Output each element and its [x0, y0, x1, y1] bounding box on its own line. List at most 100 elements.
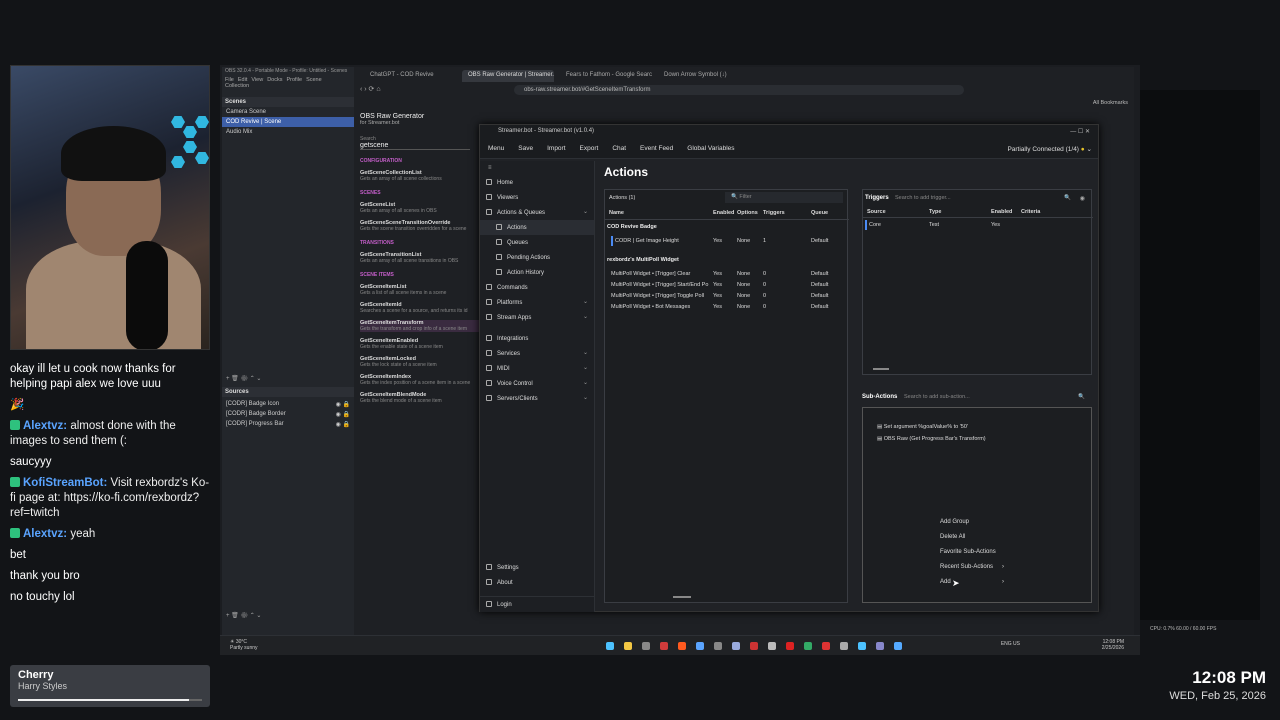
nav-item-integrations[interactable]: Integrations [480, 331, 594, 346]
taskbar-app-icon[interactable] [696, 642, 704, 650]
taskbar-app-icon[interactable] [822, 642, 830, 650]
browser-tab[interactable]: Fears to Fathom - Google Search [560, 70, 652, 82]
scene-item[interactable]: Camera Scene [222, 107, 354, 117]
rawgen-request-item[interactable]: GetSceneItemId Searches a scene for a sou… [360, 302, 480, 314]
column-header[interactable]: Name [609, 208, 624, 218]
nav-item-commands[interactable]: Commands [480, 280, 594, 295]
toolbar-import-button[interactable]: Import [547, 145, 565, 152]
action-cell[interactable]: MultiPoll Widget • [Trigger] Start/End P… [611, 280, 708, 290]
taskbar-app-icon[interactable] [732, 642, 740, 650]
sources-toolbar[interactable]: + 🗑 ⚙ ⌃ ⌄ [222, 373, 354, 384]
column-header[interactable]: Options [737, 208, 758, 218]
column-header[interactable]: Source [867, 207, 886, 217]
nav-item-services[interactable]: Services ⌄ [480, 346, 594, 361]
column-header[interactable]: Queue [811, 208, 828, 218]
scrollbar[interactable] [873, 368, 889, 370]
nav-item-viewers[interactable]: Viewers [480, 190, 594, 205]
column-header[interactable]: Enabled [713, 208, 734, 218]
subaction-item[interactable]: ▤ Set argument %goalValue% to '50' [877, 422, 968, 432]
rawgen-search-input[interactable]: getscene [360, 142, 470, 150]
bookmarks[interactable]: All Bookmarks [1093, 100, 1128, 106]
obs-menu-item[interactable]: Profile [286, 77, 302, 83]
visibility-lock-icons[interactable]: ◉ 🔒 [336, 411, 350, 418]
rawgen-request-item[interactable]: GetSceneItemEnabled Gets the enable state… [360, 338, 480, 350]
subaction-item[interactable]: ▤ OBS Raw (Get Progress Bar's Transform) [877, 434, 986, 444]
taskbar-app-icon[interactable] [678, 642, 686, 650]
nav-item-home[interactable]: Home [480, 175, 594, 190]
obs-menu-item[interactable]: Docks [267, 77, 282, 83]
taskbar-app-icon[interactable] [876, 642, 884, 650]
action-cell[interactable]: MultiPoll Widget • Bot Messages [611, 302, 690, 312]
address-bar[interactable]: obs-raw.streamer.bot/#GetSceneItemTransf… [514, 85, 964, 95]
nav-item-actions-queues[interactable]: Actions & Queues ⌄ [480, 205, 594, 220]
context-menu-item[interactable]: Add Group [932, 516, 1012, 531]
rawgen-request-item[interactable]: GetSceneSceneTransitionOverride Gets the … [360, 220, 480, 232]
rawgen-request-item[interactable]: GetSceneTransitionList Gets an array of a… [360, 252, 480, 264]
scrollbar[interactable] [673, 596, 691, 598]
eye-icon[interactable]: ◉ [1080, 195, 1085, 202]
action-cell[interactable]: CODR | Get Image Height [611, 236, 679, 246]
context-menu-item[interactable]: Add › [932, 576, 1012, 591]
taskbar-app-icon[interactable] [750, 642, 758, 650]
taskbar-app-icon[interactable] [858, 642, 866, 650]
nav-item-voice-control[interactable]: Voice Control ⌄ [480, 376, 594, 391]
rawgen-request-item[interactable]: GetSceneCollectionList Gets an array of a… [360, 170, 480, 182]
scene-item[interactable]: Audio Mix [222, 127, 354, 137]
visibility-lock-icons[interactable]: ◉ 🔒 [336, 401, 350, 408]
browser-tab[interactable]: Down Arrow Symbol (↓) [658, 70, 750, 82]
connection-status[interactable]: Partially Connected (1/4) ● ⌄ [1007, 145, 1092, 153]
browser-tab[interactable]: ChatGPT - COD Revive [364, 70, 456, 82]
source-item[interactable]: [CODR] Progress Bar ◉ 🔒 [222, 419, 354, 429]
column-header[interactable]: Criteria [1021, 207, 1040, 217]
nav-item-settings[interactable]: Settings [480, 560, 595, 575]
rawgen-request-item[interactable]: GetSceneList Gets an array of all scenes … [360, 202, 480, 214]
nav-item-actions[interactable]: Actions [480, 220, 594, 235]
column-header[interactable]: Triggers [763, 208, 785, 218]
nav-item-login[interactable]: Login [480, 596, 595, 612]
taskbar-app-icon[interactable] [894, 642, 902, 650]
source-item[interactable]: [CODR] Badge Border ◉ 🔒 [222, 409, 354, 419]
trigger-search-input[interactable]: Search to add trigger... 🔍 [893, 193, 1073, 204]
nav-buttons[interactable]: ‹ › ⟳ ⌂ [360, 85, 381, 93]
nav-item-queues[interactable]: Queues [480, 235, 594, 250]
action-group-header[interactable]: COD Revive Badge [607, 222, 657, 232]
scene-item[interactable]: COD Revive | Scene [222, 117, 354, 127]
actions-filter-input[interactable]: 🔍 Filter [725, 192, 843, 203]
toolbar-event-feed-button[interactable]: Event Feed [640, 145, 673, 152]
nav-item-action-history[interactable]: Action History [480, 265, 594, 280]
toolbar-chat-button[interactable]: Chat [612, 145, 626, 152]
taskbar-app-icon[interactable] [606, 642, 614, 650]
taskbar-app-icon[interactable] [660, 642, 668, 650]
nav-item-stream-apps[interactable]: Stream Apps ⌄ [480, 310, 594, 325]
taskbar-app-icon[interactable] [786, 642, 794, 650]
action-cell[interactable]: MultiPoll Widget • [Trigger] Toggle Poll [611, 291, 704, 301]
trigger-cell[interactable]: Core [865, 220, 881, 230]
taskbar-app-icon[interactable] [768, 642, 776, 650]
toolbar-global-variables-button[interactable]: Global Variables [687, 145, 734, 152]
nav-item-midi[interactable]: MIDI ⌄ [480, 361, 594, 376]
source-item[interactable]: [CODR] Badge Icon ◉ 🔒 [222, 399, 354, 409]
hamburger-icon[interactable]: ≡ [480, 161, 594, 175]
weather-widget[interactable]: ☀ 30°C Partly sunny [230, 639, 258, 651]
taskbar-app-icon[interactable] [714, 642, 722, 650]
action-cell[interactable]: MultiPoll Widget • [Trigger] Clear [611, 269, 690, 279]
toolbar-menu-button[interactable]: Menu [488, 145, 504, 152]
taskbar-app-icon[interactable] [642, 642, 650, 650]
taskbar-app-icon[interactable] [624, 642, 632, 650]
rawgen-request-item[interactable]: GetSceneItemBlendMode Gets the blend mode… [360, 392, 480, 404]
toolbar-save-button[interactable]: Save [518, 145, 533, 152]
browser-tab[interactable]: OBS Raw Generator | Streamer.b [462, 70, 554, 82]
nav-item-platforms[interactable]: Platforms ⌄ [480, 295, 594, 310]
language-indicator[interactable]: ENG US [1001, 641, 1020, 647]
context-menu-item[interactable]: Favorite Sub-Actions [932, 546, 1012, 561]
visibility-lock-icons[interactable]: ◉ 🔒 [336, 421, 350, 428]
scenes-toolbar[interactable]: + 🗑 ⚙ ⌃ ⌄ [222, 610, 354, 621]
subaction-search-input[interactable]: Search to add sub-action... 🔍 [902, 392, 1087, 403]
nav-item-pending-actions[interactable]: Pending Actions [480, 250, 594, 265]
rawgen-request-item[interactable]: GetSceneItemList Gets a list of all scene… [360, 284, 480, 296]
system-clock[interactable]: 12:08 PM 2/25/2026 [1102, 639, 1124, 651]
column-header[interactable]: Enabled [991, 207, 1012, 217]
rawgen-request-item[interactable]: GetSceneItemIndex Gets the index position… [360, 374, 480, 386]
nav-item-servers-clients[interactable]: Servers/Clients ⌄ [480, 391, 594, 406]
taskbar-app-icon[interactable] [804, 642, 812, 650]
